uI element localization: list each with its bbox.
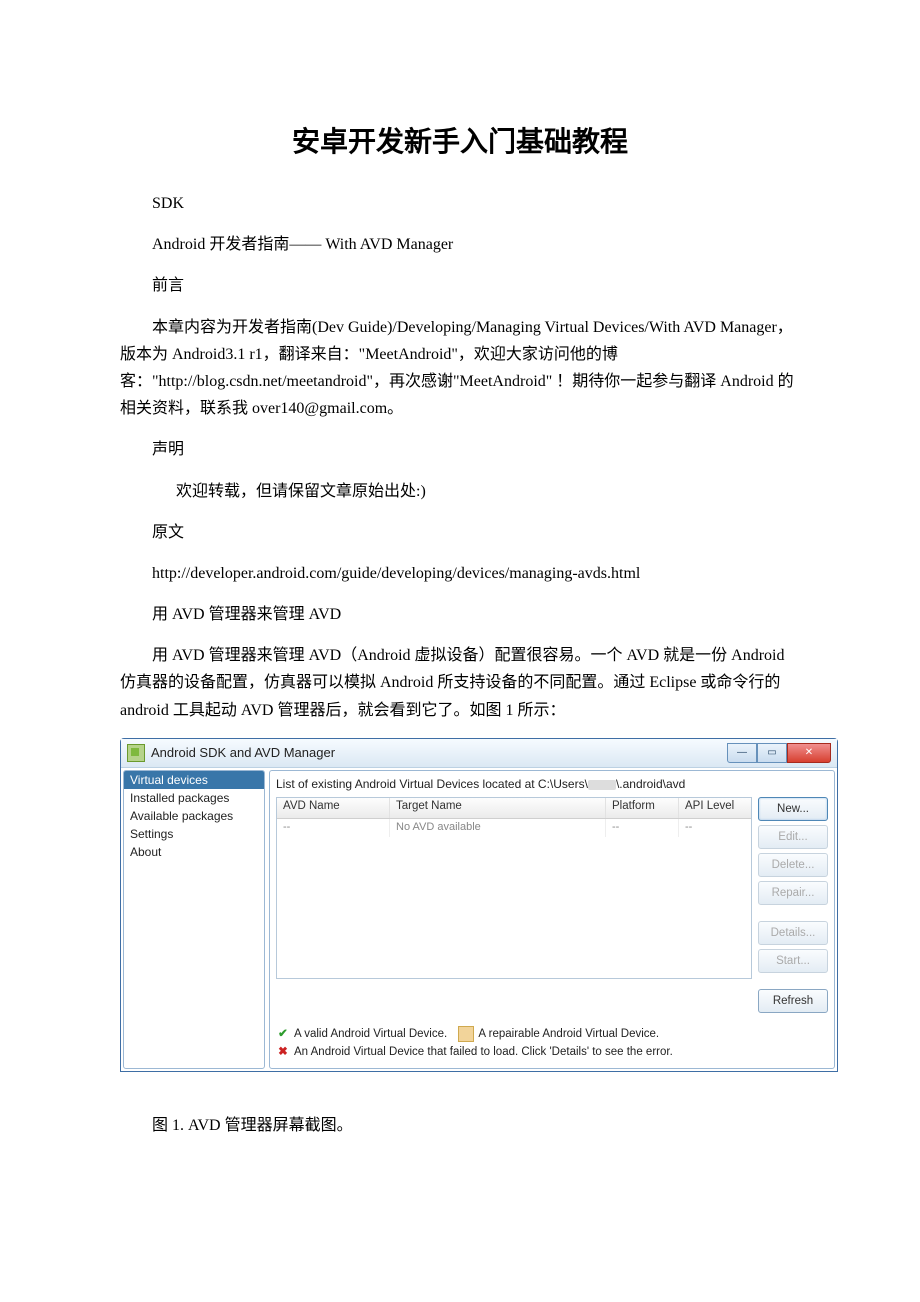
col-avd-name[interactable]: AVD Name	[277, 798, 390, 818]
redacted-username	[588, 780, 616, 790]
manage-heading: 用 AVD 管理器来管理 AVD	[120, 601, 800, 628]
sidebar-item-installed-packages[interactable]: Installed packages	[124, 789, 264, 807]
sidebar-item-virtual-devices[interactable]: Virtual devices	[124, 771, 264, 789]
avd-manager-window: Android SDK and AVD Manager — ▭ ✕ Virtua…	[120, 738, 838, 1072]
col-api-level[interactable]: API Level	[679, 798, 751, 818]
declaration-heading: 声明	[120, 436, 800, 463]
sdk-line: SDK	[120, 190, 800, 217]
window-controls: — ▭ ✕	[727, 743, 837, 763]
figure-caption: 图 1. AVD 管理器屏幕截图。	[120, 1112, 800, 1139]
start-button[interactable]: Start...	[758, 949, 828, 973]
table-row[interactable]: -- No AVD available -- --	[277, 819, 751, 837]
new-button[interactable]: New...	[758, 797, 828, 821]
window-title: Android SDK and AVD Manager	[151, 745, 727, 760]
preface-body: 本章内容为开发者指南(Dev Guide)/Developing/Managin…	[120, 314, 800, 423]
sidebar-item-available-packages[interactable]: Available packages	[124, 807, 264, 825]
repair-button[interactable]: Repair...	[758, 881, 828, 905]
list-caption-suffix: \.android\avd	[616, 777, 685, 791]
preface-heading: 前言	[120, 272, 800, 299]
col-platform[interactable]: Platform	[606, 798, 679, 818]
original-heading: 原文	[120, 519, 800, 546]
check-icon: ✔	[276, 1025, 290, 1043]
manage-body: 用 AVD 管理器来管理 AVD（Android 虚拟设备）配置很容易。一个 A…	[120, 642, 800, 724]
edit-button[interactable]: Edit...	[758, 825, 828, 849]
cell-platform: --	[606, 819, 679, 837]
minimize-button[interactable]: —	[727, 743, 757, 763]
legend-valid: A valid Android Virtual Device.	[294, 1025, 447, 1043]
sidebar: Virtual devices Installed packages Avail…	[123, 770, 265, 1069]
cell-target: No AVD available	[390, 819, 606, 837]
refresh-button[interactable]: Refresh	[758, 989, 828, 1013]
original-url: http://developer.android.com/guide/devel…	[120, 560, 800, 587]
cell-avd-name: --	[277, 819, 390, 837]
x-icon: ✖	[276, 1043, 290, 1061]
col-target-name[interactable]: Target Name	[390, 798, 606, 818]
window-body: Virtual devices Installed packages Avail…	[121, 768, 837, 1071]
delete-button[interactable]: Delete...	[758, 853, 828, 877]
legend-repair: A repairable Android Virtual Device.	[478, 1025, 659, 1043]
table-area: AVD Name Target Name Platform API Level …	[276, 797, 828, 1013]
list-caption-prefix: List of existing Android Virtual Devices…	[276, 777, 588, 791]
list-caption: List of existing Android Virtual Devices…	[276, 777, 828, 791]
button-column: New... Edit... Delete... Repair... Detai…	[758, 797, 828, 1013]
declaration-body: 欢迎转载，但请保留文章原始出处:)	[120, 478, 800, 505]
maximize-button[interactable]: ▭	[757, 743, 787, 763]
sidebar-item-about[interactable]: About	[124, 843, 264, 861]
window-titlebar: Android SDK and AVD Manager — ▭ ✕	[121, 739, 837, 768]
sidebar-item-settings[interactable]: Settings	[124, 825, 264, 843]
avd-table: AVD Name Target Name Platform API Level …	[276, 797, 752, 979]
close-button[interactable]: ✕	[787, 743, 831, 763]
app-icon	[127, 744, 145, 762]
repair-icon	[458, 1026, 474, 1042]
page-title: 安卓开发新手入门基础教程	[120, 120, 800, 160]
subtitle-line: Android 开发者指南—— With AVD Manager	[120, 231, 800, 258]
legend: ✔ A valid Android Virtual Device. A repa…	[276, 1025, 828, 1062]
details-button[interactable]: Details...	[758, 921, 828, 945]
table-header: AVD Name Target Name Platform API Level	[277, 798, 751, 819]
cell-api: --	[679, 819, 751, 837]
document-page: 安卓开发新手入门基础教程 SDK Android 开发者指南—— With AV…	[0, 0, 920, 1213]
main-panel: List of existing Android Virtual Devices…	[269, 770, 835, 1069]
legend-fail: An Android Virtual Device that failed to…	[294, 1043, 673, 1061]
